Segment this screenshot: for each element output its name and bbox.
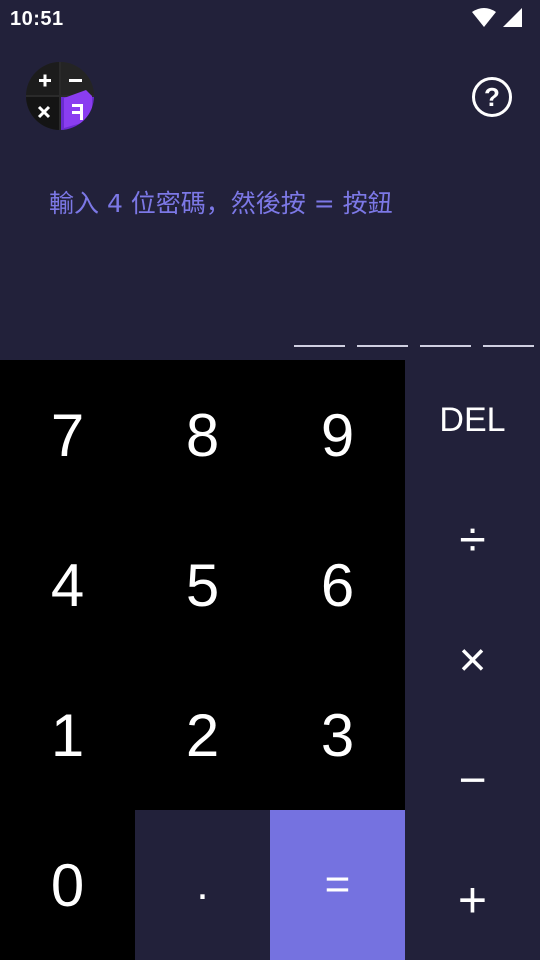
key-4[interactable]: 4 [0, 510, 135, 660]
key-5[interactable]: 5 [135, 510, 270, 660]
key-decimal[interactable]: . [135, 810, 270, 960]
pin-slot [294, 345, 345, 347]
key-0[interactable]: 0 [0, 810, 135, 960]
pin-instruction: 輸入 4 位密碼，然後按 = 按鈕 [49, 189, 393, 218]
status-bar: 10:51 [0, 0, 540, 36]
status-time: 10:51 [10, 8, 64, 30]
divide-button[interactable]: ÷ [405, 480, 540, 600]
multiply-button[interactable]: × [405, 600, 540, 720]
add-button[interactable]: + [405, 840, 540, 960]
pin-slot [420, 345, 471, 347]
numeric-keypad: 7 8 9 4 5 6 1 2 3 0 . = [0, 360, 405, 960]
calculator-vault-screen: 10:51 ? 輸入 4 位密碼，然後按 = 按鈕 7 8 9 4 5 6 1 … [0, 0, 540, 960]
key-2[interactable]: 2 [135, 660, 270, 810]
key-1[interactable]: 1 [0, 660, 135, 810]
key-6[interactable]: 6 [270, 510, 405, 660]
status-icons [472, 8, 522, 28]
help-button[interactable]: ? [472, 77, 512, 117]
calculator-vault-logo [26, 62, 94, 130]
pin-slot [483, 345, 534, 347]
delete-button[interactable]: DEL [405, 360, 540, 480]
subtract-button[interactable]: − [405, 720, 540, 840]
operator-column: DEL ÷ × − + [405, 360, 540, 960]
pin-slot [357, 345, 408, 347]
key-9[interactable]: 9 [270, 360, 405, 510]
key-8[interactable]: 8 [135, 360, 270, 510]
key-3[interactable]: 3 [270, 660, 405, 810]
key-equals[interactable]: = [270, 810, 405, 960]
key-7[interactable]: 7 [0, 360, 135, 510]
signal-icon [503, 8, 522, 27]
wifi-icon [472, 8, 496, 27]
